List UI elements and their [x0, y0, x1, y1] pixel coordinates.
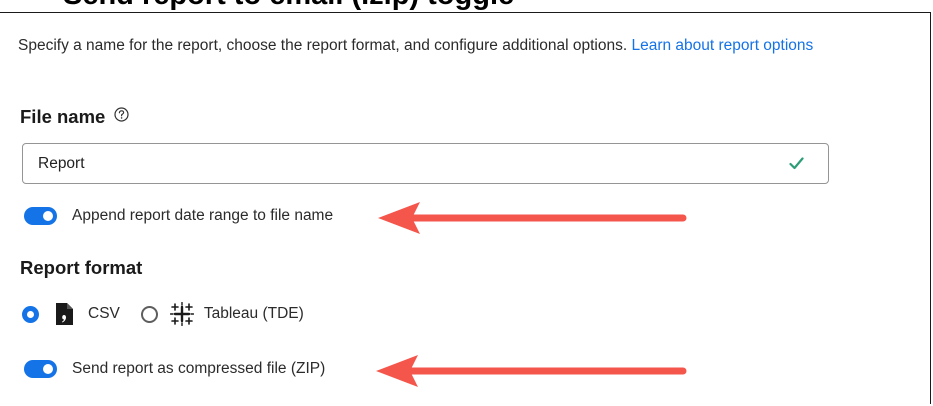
cut-off-heading: Send report to email (.zip) toggle — [0, 0, 933, 12]
report-format-heading: Report format — [20, 257, 142, 279]
csv-radio[interactable] — [22, 305, 39, 323]
tableau-radio[interactable] — [140, 305, 158, 323]
learn-more-link[interactable]: Learn about report options — [631, 37, 813, 54]
zip-compression-toggle[interactable] — [24, 360, 57, 378]
csv-file-icon — [56, 303, 73, 325]
tableau-option-label: Tableau (TDE) — [203, 305, 304, 322]
file-name-input[interactable]: Report — [22, 143, 829, 184]
report-format-label: Report format — [20, 257, 143, 278]
cut-off-heading-text: Send report to email (.zip) toggle — [63, 0, 514, 12]
file-name-label: File name — [20, 106, 106, 127]
intro-text: Specify a name for the report, choose th… — [18, 37, 632, 54]
zip-compression-row: Send report as compressed file (ZIP) — [24, 360, 325, 378]
file-name-heading: File name — [20, 105, 130, 128]
help-circle-icon[interactable] — [114, 105, 130, 127]
tableau-icon — [169, 302, 194, 326]
append-date-range-row: Append report date range to file name — [24, 207, 333, 225]
file-name-value: Report — [38, 155, 85, 172]
csv-option-label: CSV — [88, 305, 120, 322]
checkmark-icon — [789, 157, 804, 175]
annotation-arrow-append — [378, 202, 687, 234]
zip-compression-label: Send report as compressed file (ZIP) — [72, 360, 326, 377]
report-format-options: CSV Tableau (TDE) — [22, 302, 304, 326]
append-date-range-toggle[interactable] — [24, 207, 57, 225]
annotation-arrow-zip — [376, 355, 687, 387]
intro-description: Specify a name for the report, choose th… — [18, 32, 838, 59]
append-date-range-label: Append report date range to file name — [72, 207, 334, 224]
